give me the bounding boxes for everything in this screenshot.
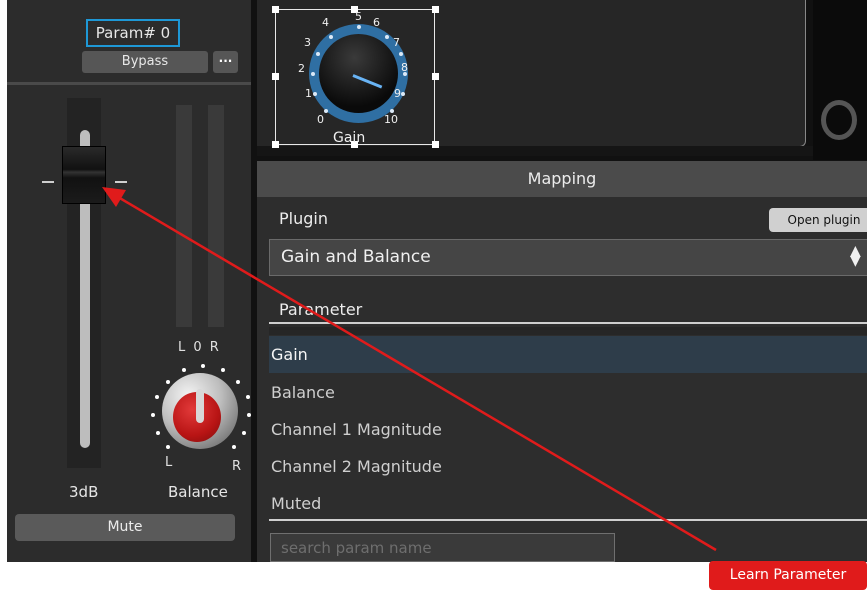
gain-tick — [316, 52, 320, 56]
balance-tick — [236, 380, 240, 384]
gain-tick — [329, 35, 333, 39]
level-meter-left — [176, 105, 192, 327]
resize-handle[interactable] — [432, 73, 439, 80]
param-search-input[interactable] — [270, 533, 615, 562]
param-number-label: Param# 0 — [86, 19, 180, 47]
canvas-footer — [257, 146, 813, 156]
balance-tick — [166, 445, 170, 449]
gain-scale-label: 0 — [317, 113, 324, 126]
gain-tick — [385, 35, 389, 39]
parameter-item-muted[interactable]: Muted — [269, 485, 867, 522]
balance-tick — [182, 368, 186, 372]
side-knob-icon — [821, 100, 857, 140]
fader-value-readout: 3dB — [69, 483, 99, 501]
balance-tick — [156, 431, 160, 435]
up-down-arrows-icon: ▲ ▼ — [850, 243, 861, 269]
balance-left-label: L — [165, 455, 173, 470]
gain-tick — [324, 109, 328, 113]
balance-scale-label: L 0 R — [178, 340, 221, 355]
resize-handle[interactable] — [272, 6, 279, 13]
gain-scale-label: 8 — [401, 61, 408, 74]
gain-knob[interactable] — [319, 34, 398, 113]
parameter-item-balance[interactable]: Balance — [269, 374, 867, 411]
balance-tick — [232, 445, 236, 449]
more-options-button[interactable]: ··· — [213, 51, 238, 73]
gain-scale-label: 1 — [305, 87, 312, 100]
learn-parameter-button[interactable]: Learn Parameter — [709, 561, 867, 590]
volume-fader-handle[interactable] — [62, 146, 106, 204]
mapping-header: Mapping — [257, 161, 867, 197]
gain-scale-label: 9 — [394, 87, 401, 100]
resize-handle[interactable] — [272, 73, 279, 80]
balance-tick — [155, 395, 159, 399]
gain-scale-label: 4 — [322, 16, 329, 29]
gain-widget-title: Gain — [333, 130, 366, 146]
bypass-button[interactable]: Bypass — [82, 51, 208, 73]
gain-tick — [399, 52, 403, 56]
parameter-item-channel-1-magnitude[interactable]: Channel 1 Magnitude — [269, 411, 867, 448]
unity-tick-left — [42, 181, 54, 183]
parameter-list-header — [269, 327, 867, 335]
plugin-select[interactable]: Gain and Balance — [269, 239, 867, 276]
parameter-item-channel-2-magnitude[interactable]: Channel 2 Magnitude — [269, 448, 867, 485]
balance-label: Balance — [168, 483, 228, 501]
gain-scale-label: 10 — [384, 113, 398, 126]
balance-tick — [151, 413, 155, 417]
balance-tick — [166, 380, 170, 384]
gain-tick — [357, 25, 361, 29]
resize-handle[interactable] — [432, 6, 439, 13]
parameter-label: Parameter — [279, 300, 363, 319]
gain-scale-label: 3 — [304, 36, 311, 49]
divider — [269, 519, 867, 521]
parameter-item-gain[interactable]: Gain — [269, 336, 867, 373]
balance-tick — [221, 368, 225, 372]
gain-scale-label: 6 — [373, 16, 380, 29]
mute-button[interactable]: Mute — [15, 514, 235, 541]
resize-handle[interactable] — [272, 141, 279, 148]
gain-tick — [401, 92, 405, 96]
gain-scale-label: 5 — [355, 10, 362, 23]
open-plugin-button[interactable]: Open plugin — [769, 208, 867, 232]
divider — [269, 322, 867, 324]
gain-tick — [313, 92, 317, 96]
balance-tick — [246, 395, 250, 399]
resize-handle[interactable] — [432, 141, 439, 148]
divider — [7, 82, 251, 85]
gain-scale-label: 7 — [393, 36, 400, 49]
plugin-label: Plugin — [279, 209, 328, 228]
balance-tick — [242, 431, 246, 435]
gain-tick — [311, 72, 315, 76]
balance-right-label: R — [232, 459, 242, 474]
balance-knob-pointer — [196, 389, 204, 423]
gain-scale-label: 2 — [298, 62, 305, 75]
level-meter-right — [208, 105, 224, 327]
balance-tick — [201, 364, 205, 368]
unity-tick-right — [115, 181, 127, 183]
